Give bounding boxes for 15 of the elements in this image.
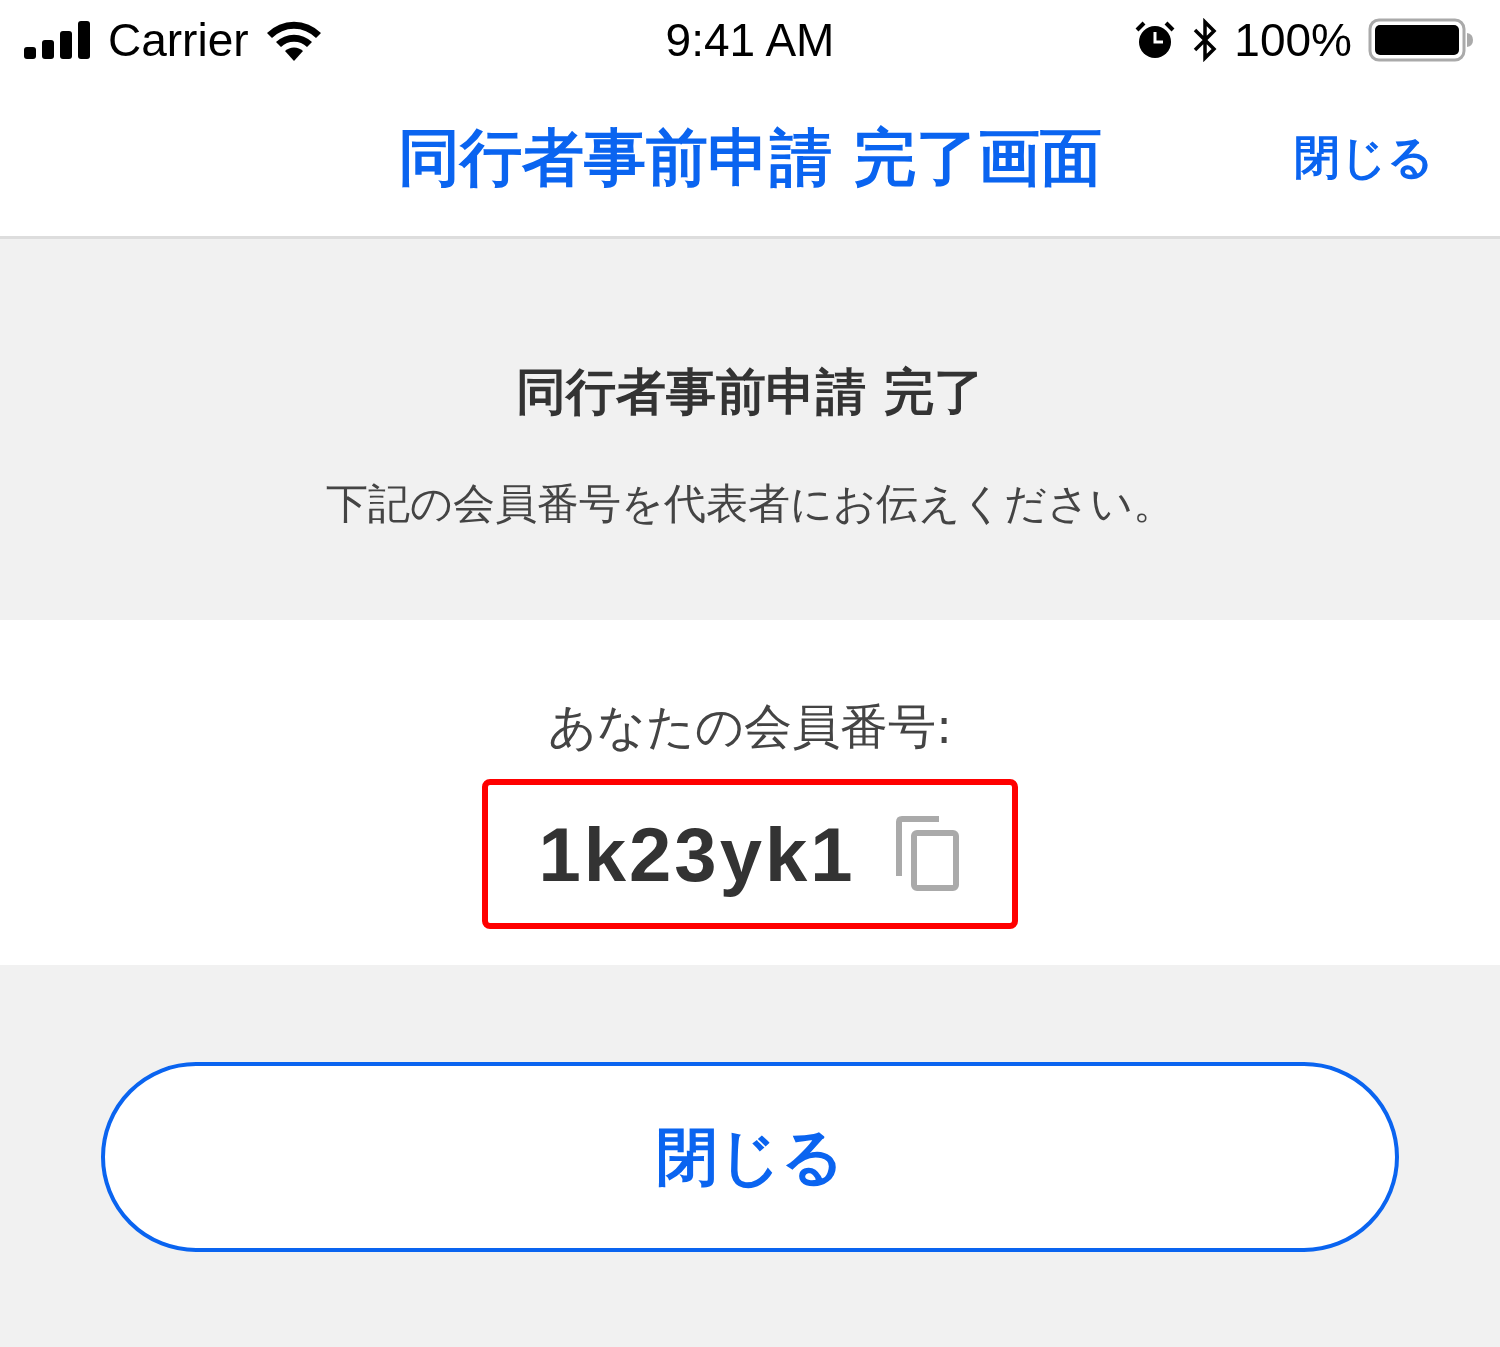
battery-icon bbox=[1368, 18, 1474, 62]
member-number: 1k23yk1 bbox=[538, 810, 856, 898]
member-number-label: あなたの会員番号: bbox=[547, 697, 953, 756]
carrier-name: Carrier bbox=[108, 13, 249, 67]
battery-percent: 100% bbox=[1234, 13, 1352, 67]
completion-heading: 同行者事前申請 完了 bbox=[516, 362, 984, 423]
instruction-text: 下記の会員番号を代表者にお伝えください。 bbox=[325, 478, 1175, 530]
copy-icon[interactable] bbox=[895, 816, 962, 892]
close-link[interactable]: 閉じる bbox=[1294, 127, 1434, 189]
signal-icon bbox=[24, 21, 92, 59]
alarm-icon bbox=[1134, 20, 1177, 60]
bluetooth-icon bbox=[1192, 18, 1219, 62]
screen-title: 同行者事前申請 完了画面 bbox=[398, 120, 1102, 196]
close-button[interactable]: 閉じる bbox=[101, 1062, 1399, 1252]
status-time: 9:41 AM bbox=[665, 13, 835, 67]
